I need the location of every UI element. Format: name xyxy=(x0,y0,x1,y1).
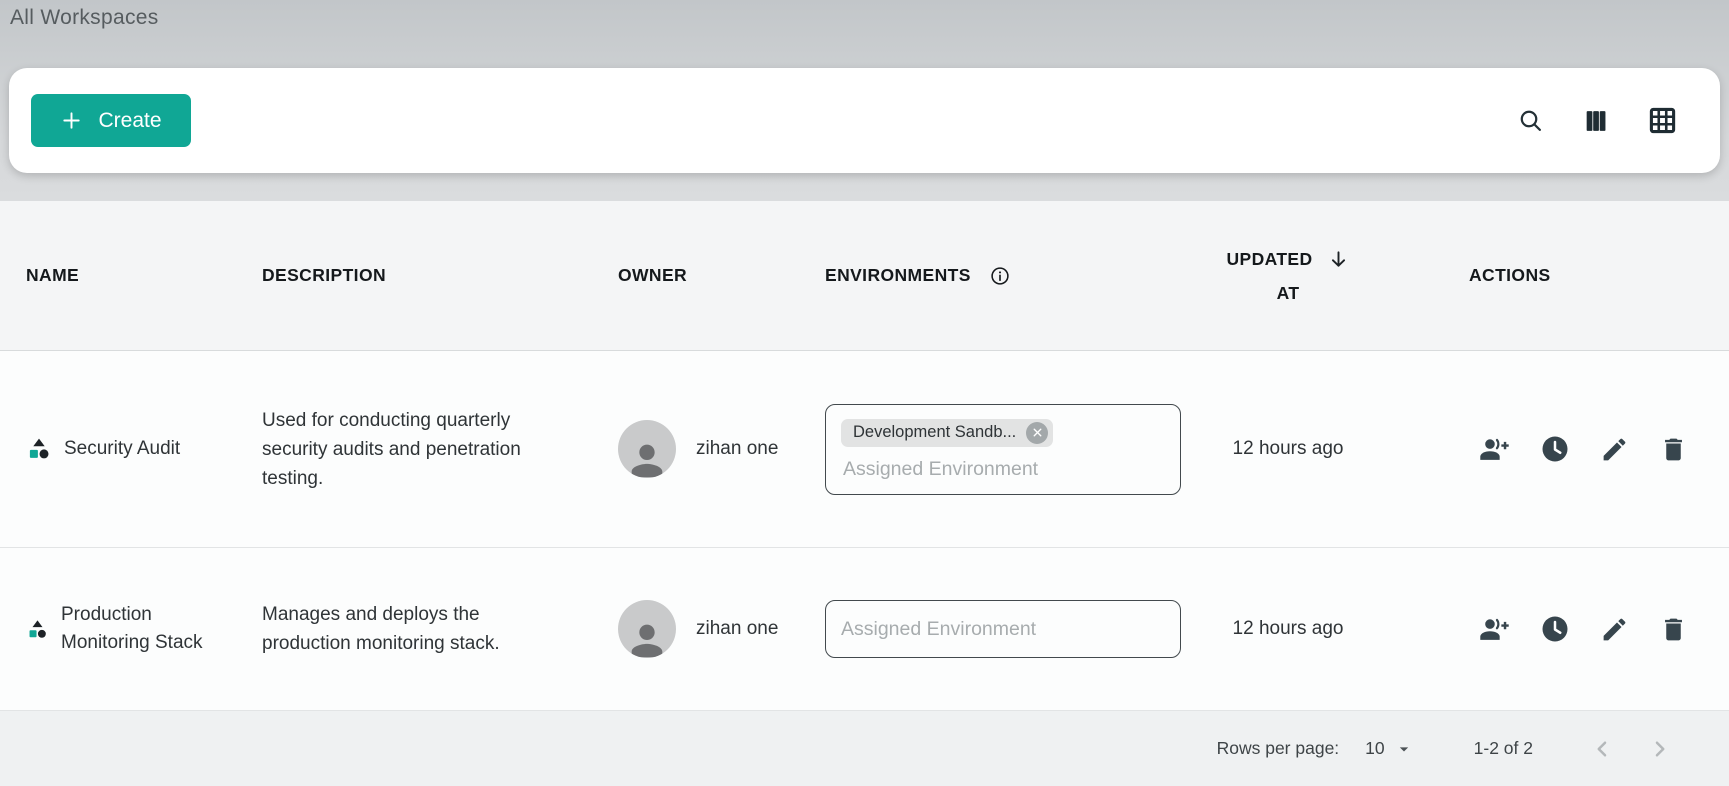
table-row: Production Monitoring Stack Manages and … xyxy=(0,548,1729,711)
assigned-environment-input[interactable]: Assigned Environment xyxy=(825,600,1181,658)
column-header-environments[interactable]: ENVIRONMENTS xyxy=(825,263,1185,289)
column-header-updated-at[interactable]: UPDATED AT xyxy=(1185,248,1391,304)
owner-name: zihan one xyxy=(696,438,778,460)
column-header-updated-line1: UPDATED xyxy=(1226,249,1312,270)
column-header-description[interactable]: DESCRIPTION xyxy=(238,265,618,286)
rows-per-page-label: Rows per page: xyxy=(1217,738,1340,759)
owner-avatar xyxy=(618,600,676,658)
column-header-name[interactable]: NAME xyxy=(0,265,238,286)
search-icon[interactable] xyxy=(1515,105,1547,137)
page-title: All Workspaces xyxy=(10,6,159,30)
owner-avatar xyxy=(618,420,676,478)
person-add-icon[interactable] xyxy=(1479,434,1510,465)
pagination-range: 1-2 of 2 xyxy=(1474,738,1533,759)
workspace-description: Manages and deploys the production monit… xyxy=(262,600,530,658)
workspace-shapes-icon xyxy=(27,619,48,640)
trash-icon[interactable] xyxy=(1659,615,1688,644)
pagination-bar: Rows per page: 10 1-2 of 2 xyxy=(0,711,1729,786)
workspace-shapes-icon xyxy=(27,437,51,461)
clock-icon[interactable] xyxy=(1540,614,1570,644)
updated-at-value: 12 hours ago xyxy=(1185,438,1391,460)
environment-chip-label: Development Sandb... xyxy=(853,423,1016,442)
column-header-owner[interactable]: OWNER xyxy=(618,265,825,286)
workspace-name: Security Audit xyxy=(64,435,180,463)
create-button[interactable]: Create xyxy=(31,94,191,147)
table-row: Security Audit Used for conducting quart… xyxy=(0,351,1729,548)
pencil-icon[interactable] xyxy=(1600,435,1629,464)
column-header-environments-label: ENVIRONMENTS xyxy=(825,265,971,286)
table-header-row: NAME DESCRIPTION OWNER ENVIRONMENTS UPDA… xyxy=(0,201,1729,351)
environment-chip: Development Sandb... xyxy=(841,419,1053,447)
workspaces-table: NAME DESCRIPTION OWNER ENVIRONMENTS UPDA… xyxy=(0,201,1729,786)
view-columns-icon[interactable] xyxy=(1580,105,1612,137)
sort-arrow-down-icon[interactable] xyxy=(1327,248,1350,271)
grid-icon[interactable] xyxy=(1645,103,1680,138)
chevron-down-icon xyxy=(1394,739,1414,759)
trash-icon[interactable] xyxy=(1659,435,1688,464)
rows-per-page-select[interactable]: 10 xyxy=(1365,738,1413,759)
workspace-description: Used for conducting quarterly security a… xyxy=(262,406,530,493)
info-icon[interactable] xyxy=(987,263,1013,289)
assigned-environment-input[interactable]: Development Sandb... Assigned Environmen… xyxy=(825,404,1181,495)
toolbar-icon-group xyxy=(1515,103,1680,138)
column-header-updated-line2: AT xyxy=(1277,283,1300,304)
chevron-left-icon[interactable] xyxy=(1589,736,1615,762)
column-header-actions: ACTIONS xyxy=(1391,265,1729,286)
person-add-icon[interactable] xyxy=(1479,614,1510,645)
pencil-icon[interactable] xyxy=(1600,615,1629,644)
plus-icon xyxy=(60,109,83,132)
clock-icon[interactable] xyxy=(1540,434,1570,464)
environment-placeholder: Assigned Environment xyxy=(843,458,1165,481)
rows-per-page-value: 10 xyxy=(1365,738,1384,759)
chip-close-icon[interactable] xyxy=(1026,422,1048,444)
create-button-label: Create xyxy=(98,109,161,133)
workspace-name: Production Monitoring Stack xyxy=(61,601,211,657)
toolbar-card: Create xyxy=(9,68,1720,173)
chevron-right-icon[interactable] xyxy=(1647,736,1673,762)
environment-placeholder: Assigned Environment xyxy=(841,618,1036,641)
updated-at-value: 12 hours ago xyxy=(1185,618,1391,640)
owner-name: zihan one xyxy=(696,618,778,640)
